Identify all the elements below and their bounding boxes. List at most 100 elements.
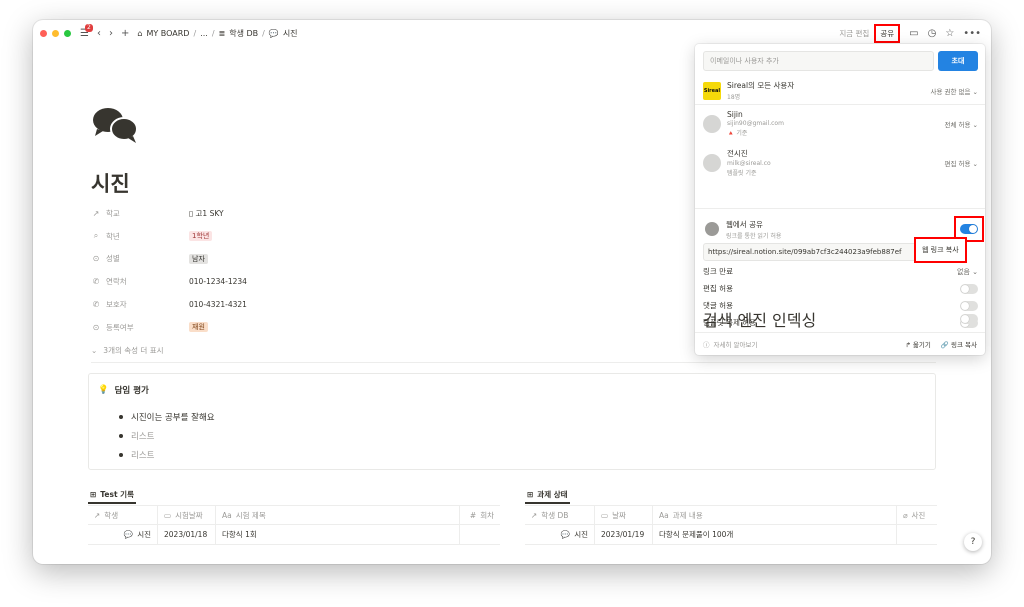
top-bar: ☰ 2 ‹ › + ⌂ MY BOARD / ... / ≣ 학생 DB / 💬 …	[33, 20, 991, 46]
top-right-actions: 지금 편집 공유 ▭ ◷ ☆ •••	[839, 23, 981, 43]
bullet-list: 시진이는 공부를 잘해요 리스트 리스트	[119, 407, 215, 464]
clock-icon[interactable]: ◷	[928, 28, 937, 39]
web-link-field[interactable]: https://sireal.notion.site/099ab7cf3c244…	[703, 243, 923, 261]
member-sijin[interactable]: Sijin sijin90@gmail.com 🔺 기준 전체 허용 ⌄	[703, 110, 978, 137]
column-student-db[interactable]: ↗ 학생 DB	[525, 506, 595, 524]
table-row[interactable]: 💬 시진 2023/01/19 다항식 문제풀이 100개	[525, 525, 937, 545]
attachment-icon: ⌀	[903, 510, 908, 520]
column-date[interactable]: ▭ 날짜	[595, 506, 653, 524]
share-to-web-toggle[interactable]	[960, 224, 978, 234]
option-link-expiry[interactable]: 링크 만료 없음 ⌄	[703, 263, 978, 280]
invite-button[interactable]: 초대	[938, 51, 978, 71]
permission-dropdown[interactable]: 사용 권한 없음 ⌄	[930, 86, 978, 96]
avatar	[703, 114, 721, 133]
property-enrollment[interactable]: ⊙ 등록여부 재원	[91, 316, 491, 339]
notification-badge: 2	[85, 23, 93, 32]
breadcrumb-ellipsis[interactable]: ...	[200, 29, 208, 38]
status-icon: ⊙	[92, 322, 100, 332]
grade-tag[interactable]: 1학년	[189, 231, 213, 242]
share-popup-footer: ⓘ 자세히 알아보기 ↱ 옮기기 🔗 링크 복사	[695, 332, 985, 355]
phone-icon: ✆	[92, 300, 100, 310]
page-title[interactable]: 시진	[91, 168, 130, 198]
table-icon: ⊞	[527, 489, 534, 499]
table-icon: ⊞	[90, 489, 97, 499]
link-icon: 🔗	[940, 341, 951, 349]
link-expiry-dropdown[interactable]: 없음 ⌄	[957, 267, 978, 277]
globe-icon	[705, 222, 719, 236]
window-controls	[40, 29, 71, 37]
tab-test-record[interactable]: ⊞ Test 기록	[88, 486, 136, 504]
share-button[interactable]: 공유	[874, 23, 901, 43]
home-icon: ⌂	[137, 28, 143, 38]
member-jeon-sijin[interactable]: 전시진 milk@sireal.co 템플릿 기준 편집 허용 ⌄	[703, 148, 978, 177]
callout-title: 담임 평가	[114, 386, 149, 396]
chat-bubbles-icon: 💬	[123, 530, 134, 539]
allow-comments-toggle[interactable]	[960, 300, 978, 311]
help-button[interactable]: ?	[964, 533, 982, 551]
more-icon[interactable]: •••	[963, 28, 981, 39]
property-gender[interactable]: ⊙ 성별 남자	[91, 248, 491, 271]
breadcrumb: ⌂ MY BOARD / ... / ≣ 학생 DB / 💬 시진	[137, 28, 298, 39]
avatar	[703, 153, 721, 172]
chat-bubbles-icon: 💬	[268, 28, 279, 38]
callout-block[interactable]: 💡 담임 평가 시진이는 공부를 잘해요 리스트 리스트	[88, 373, 936, 470]
properties-list: ↗ 학교 ▯ 고1 SKY ⌕ 학년 1학년 ⊙ 성별 남자 ✆ 연락처 010-123…	[91, 202, 491, 362]
list-item[interactable]: 시진이는 공부를 잘해요	[119, 407, 215, 426]
lightbulb-icon[interactable]: 💡	[98, 385, 109, 395]
forward-icon[interactable]: ›	[109, 28, 113, 39]
phone-value[interactable]: 010-1234-1234	[189, 277, 247, 286]
move-button[interactable]: ↱ 옮기기	[905, 339, 930, 349]
star-icon[interactable]: ☆	[945, 28, 954, 39]
chat-bubbles-icon: 💬	[560, 530, 571, 539]
column-test-title[interactable]: Aa 시험 제목	[216, 506, 460, 524]
column-photo[interactable]: ⌀ 사진	[897, 506, 937, 524]
property-phone[interactable]: ✆ 연락처 010-1234-1234	[91, 270, 491, 293]
property-grade[interactable]: ⌕ 학년 1학년	[91, 225, 491, 248]
school-value[interactable]: 고1 SKY	[196, 209, 224, 218]
permission-dropdown[interactable]: 전체 허용 ⌄	[945, 119, 979, 129]
property-school[interactable]: ↗ 학교 ▯ 고1 SKY	[91, 202, 491, 225]
search-indexing-toggle[interactable]	[960, 313, 978, 324]
arrow-icon: ↱	[905, 341, 913, 349]
list-item[interactable]: 리스트	[119, 426, 215, 445]
show-more-properties[interactable]: ⌄ 3개의 속성 더 표시	[91, 339, 491, 362]
invite-input[interactable]: 이메일이나 사용자 추가	[703, 51, 934, 71]
column-test-date[interactable]: ▭ 시험날짜	[158, 506, 216, 524]
breadcrumb-student-db[interactable]: 학생 DB	[229, 28, 258, 39]
allow-edit-toggle[interactable]	[960, 283, 978, 294]
column-assignment[interactable]: Aa 과제 내용	[653, 506, 897, 524]
comment-icon[interactable]: ▭	[909, 28, 918, 39]
status-icon: ⊙	[92, 254, 100, 264]
column-round[interactable]: # 회차	[460, 506, 500, 524]
back-icon[interactable]: ‹	[97, 28, 101, 39]
permission-dropdown[interactable]: 편집 허용 ⌄	[945, 158, 979, 168]
minimize-window-button[interactable]	[52, 29, 59, 37]
property-guardian[interactable]: ✆ 보호자 010-4321-4321	[91, 293, 491, 316]
learn-more-link[interactable]: 자세히 알아보기	[714, 339, 758, 349]
workspace-logo: Sireal	[703, 81, 721, 100]
copy-link-button[interactable]: 🔗 링크 복사	[941, 339, 977, 349]
guardian-value[interactable]: 010-4321-4321	[189, 300, 247, 309]
member-workspace[interactable]: Sireal Sireal의 모든 사용자 18명 사용 권한 없음 ⌄	[703, 80, 978, 101]
breadcrumb-current-page[interactable]: 시진	[283, 28, 298, 39]
maximize-window-button[interactable]	[64, 29, 71, 37]
notion-window: ☰ 2 ‹ › + ⌂ MY BOARD / ... / ≣ 학생 DB / 💬 …	[33, 20, 991, 564]
close-window-button[interactable]	[40, 29, 47, 37]
enrollment-tag[interactable]: 재원	[189, 322, 208, 333]
column-student[interactable]: ↗ 학생	[88, 506, 158, 524]
relation-icon: ↗	[531, 510, 538, 520]
chat-bubbles-page-icon[interactable]	[91, 105, 141, 145]
help-circle-icon: ⓘ	[703, 341, 710, 349]
copy-web-link-button[interactable]: 웹 링크 복사	[914, 237, 967, 263]
tab-assignment-status[interactable]: ⊞ 과제 상태	[525, 486, 570, 504]
plus-icon[interactable]: +	[121, 28, 129, 39]
option-search-indexing: 검색 엔진 인덱싱	[703, 310, 978, 330]
gender-tag[interactable]: 남자	[189, 253, 208, 264]
breadcrumb-my-board[interactable]: MY BOARD	[146, 29, 189, 38]
edited-status: 지금 편집	[839, 28, 870, 38]
sidebar-toggle-icon[interactable]: ☰ 2	[80, 23, 93, 39]
select-icon: ⌕	[93, 231, 99, 241]
relation-icon: ↗	[94, 510, 101, 520]
list-item[interactable]: 리스트	[119, 445, 215, 464]
table-row[interactable]: 💬 시진 2023/01/18 다항식 1회	[88, 525, 500, 545]
